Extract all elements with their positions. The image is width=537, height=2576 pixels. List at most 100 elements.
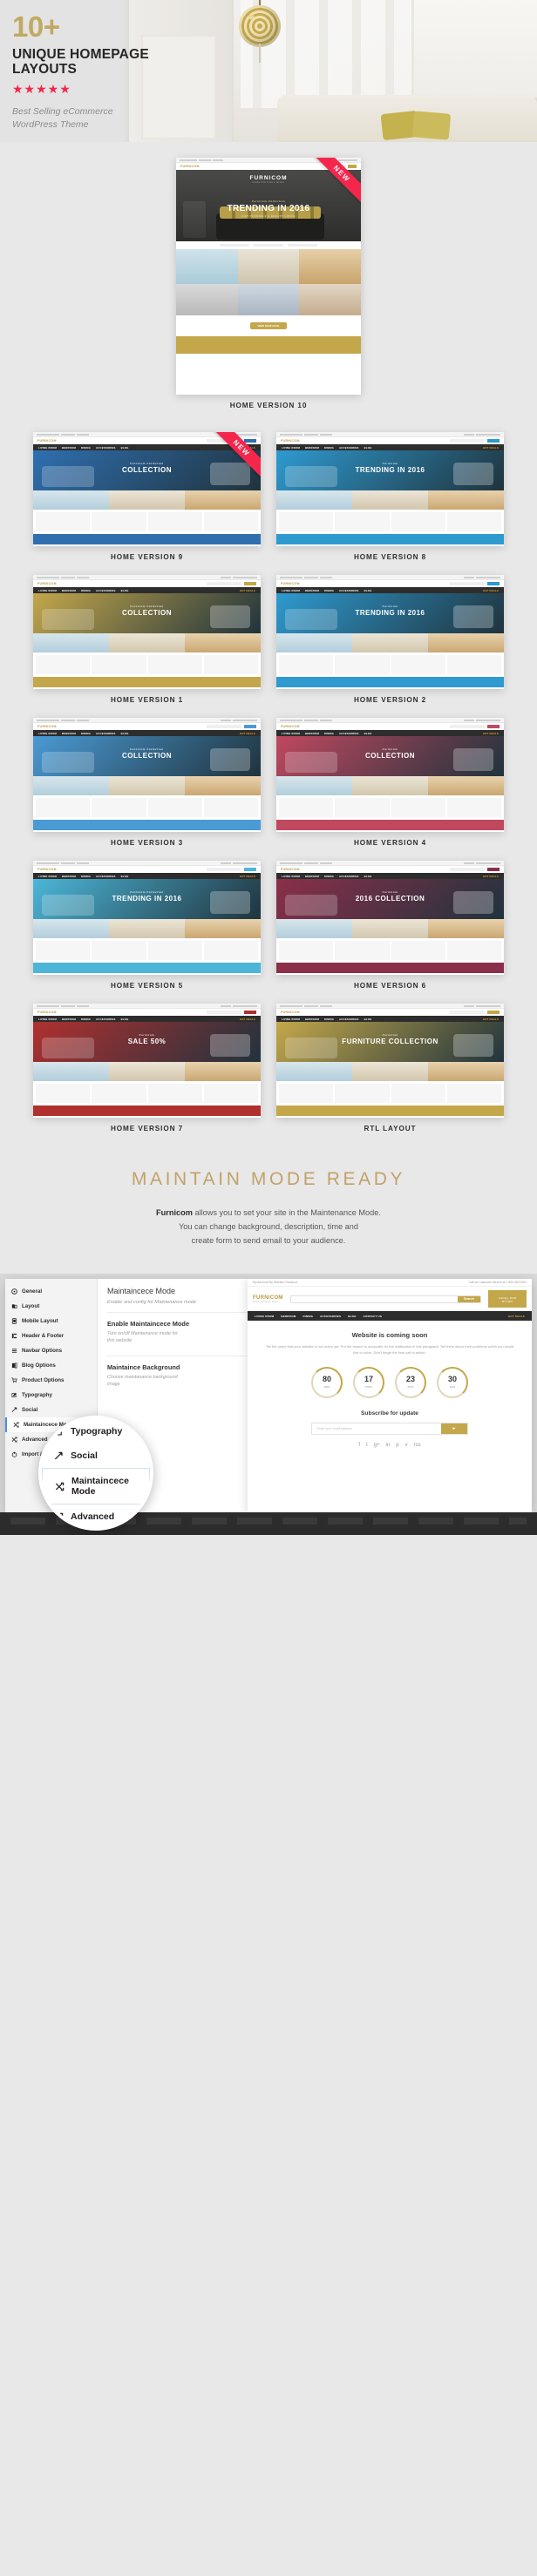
nav-item-dining[interactable]: DINING xyxy=(302,1315,313,1318)
nav-item-hot-deals[interactable]: HOT DEALS xyxy=(508,1315,525,1318)
preview-navbar: LIVING ROOMBEDROOMDININGACCESSORIESBLOGH… xyxy=(33,587,261,593)
slide-kicker: Furnicom xyxy=(382,461,398,465)
layout-screenshot[interactable]: FURNICOM LIVING ROOM BEDROOM DINING ACCESSOR… xyxy=(276,1004,504,1118)
preview-product-row xyxy=(33,1081,261,1105)
preview-hero-slide: Furnicom SALE 50% xyxy=(33,1022,261,1062)
layout-screenshot[interactable]: FURNICOM LIVING ROOM BEDROOM DINING ACCESSOR… xyxy=(33,718,261,832)
nav-item-contact-us[interactable]: CONTACT US xyxy=(364,1315,382,1318)
preview-search[interactable]: Search xyxy=(289,1295,481,1303)
circle-target-icon xyxy=(11,1288,17,1295)
blog-icon xyxy=(11,1362,17,1369)
layout-screenshot[interactable]: FURNICOM LIVING ROOM BEDROOM DINING ACCESSOR… xyxy=(276,432,504,546)
email-input[interactable]: Enter your email address xyxy=(312,1423,441,1434)
preview-footer-band xyxy=(276,534,504,544)
preview-logo-text: FURNICOM xyxy=(253,1295,283,1301)
sidebar-item-typography[interactable]: Typography xyxy=(5,1388,97,1403)
field-help-line2: this website xyxy=(107,1338,133,1344)
preview-cta-button[interactable]: VIEW NOW AVAIL xyxy=(250,322,287,329)
maintain-mode-section: MAINTAIN MODE READY Furnicom allows you … xyxy=(0,1146,537,1259)
slide-title: SALE 50% xyxy=(127,1037,167,1045)
sidebar-item-layout[interactable]: Layout xyxy=(5,1299,97,1314)
nav-item-accessories[interactable]: ACCESSORIES xyxy=(320,1315,341,1318)
social-icon-t[interactable]: t xyxy=(366,1443,368,1448)
sidebar-item-general[interactable]: General xyxy=(5,1284,97,1299)
social-icon-in[interactable]: in xyxy=(386,1443,391,1448)
sidebar-item-mobile-layout[interactable]: Mobile Layout xyxy=(5,1314,97,1329)
layout-screenshot[interactable]: FURNICOM LIVING ROOM BEDROOM DINING ACCESSOR… xyxy=(276,718,504,832)
cart-button[interactable]: 🛒 0 item(s) - $0.00 MY CART xyxy=(488,1290,527,1308)
sidebar-item-label: Layout xyxy=(22,1303,40,1310)
search-input[interactable] xyxy=(291,1296,458,1302)
shuffle-icon xyxy=(11,1437,17,1443)
preview-hero-slide: Furnicom COLLECTION xyxy=(276,736,504,776)
social-icon-p[interactable]: p xyxy=(396,1443,398,1448)
search-button[interactable]: Search xyxy=(458,1295,480,1302)
sidebar-item-header-footer[interactable]: Header & Footer xyxy=(5,1329,97,1343)
layout-grid-cell: FURNICOM LIVING ROOM BEDROOM DINING ACCESSOR… xyxy=(276,432,504,575)
layout-grid-cell: FURNICOM LIVING ROOM BEDROOM DINING ACCESSOR… xyxy=(33,718,261,861)
preview-logo: FURNICOM xyxy=(281,439,300,443)
layout-screenshot[interactable]: FURNICOM LIVING ROOM BEDROOM DINING ACCESSOR… xyxy=(33,575,261,689)
preview-topbar-right: Call our customer service at 1 800 000 0… xyxy=(468,1281,527,1285)
layout-screenshot[interactable]: FURNICOM LIVING ROOM BEDROOM DINING ACCESSOR… xyxy=(33,861,261,975)
share-icon xyxy=(11,1407,17,1413)
preview-logo: FURNICOM xyxy=(37,1011,57,1014)
nav-item-bedroom[interactable]: BEDROOM xyxy=(281,1315,296,1318)
slide-title: COLLECTION xyxy=(365,751,415,760)
countdown-value: 30 xyxy=(447,1375,457,1384)
layout-grid-cell: NEW FURNICOM LIVING ROOM BEDROOM DINING ACCES… xyxy=(33,432,261,575)
preview-body: Website is coming soon Tell the users th… xyxy=(248,1321,532,1458)
social-icon-v[interactable]: v xyxy=(405,1443,408,1448)
preview-hero-slide: Furnicom TRENDING IN 2016 xyxy=(276,450,504,490)
sidebar-item-label: Mobile Layout xyxy=(22,1318,58,1325)
preview-product-row xyxy=(276,652,504,677)
layout-caption: HOME VERSION 2 xyxy=(353,696,427,704)
preview-hero-slide: Furnicom Collection COLLECTION xyxy=(33,736,261,776)
share-icon xyxy=(54,1451,64,1461)
preview-hero-slide: Furnicom 2016 COLLECTION xyxy=(276,879,504,919)
preview-navbar: LIVING ROOMBEDROOMDININGACCESSORIESBLOGH… xyxy=(276,444,504,450)
layout-screenshot[interactable]: FURNICOM LIVING ROOM BEDROOM DINING ACCESSOR… xyxy=(276,575,504,689)
social-icon-rss[interactable]: rss xyxy=(414,1443,421,1448)
magnifier-lens: Typography Social Maintaincece Mode Advance… xyxy=(38,1416,153,1531)
subscribe-form[interactable]: Enter your email address ► xyxy=(311,1422,468,1435)
magnified-sidebar-item-maintaincece-mode[interactable]: Maintaincece Mode xyxy=(42,1468,150,1505)
nav-item-living-room[interactable]: LIVING ROOM xyxy=(255,1315,274,1318)
sidebar-item-product-options[interactable]: Product Options xyxy=(5,1373,97,1388)
coming-soon-preview: My Account My Wishlist Checkout Call our… xyxy=(248,1279,532,1515)
layout-screenshot[interactable]: FURNICOM LIVING ROOM BEDROOM DINING ACCESSOR… xyxy=(33,1004,261,1118)
countdown-label: days xyxy=(323,1385,330,1389)
layout-caption: HOME VERSION 6 xyxy=(353,982,427,990)
preview-hero-slide: Furnicom Collection COLLECTION xyxy=(33,450,261,490)
preview-topbar: My Account My Wishlist Checkout Call our… xyxy=(248,1279,532,1288)
rating-stars: ★★★★★ xyxy=(12,81,71,96)
social-icon-g[interactable]: g+ xyxy=(374,1443,380,1448)
preview-footer-band xyxy=(33,534,261,544)
preview-header: FURNICOM xyxy=(276,1009,504,1016)
hero-text-block: 10+ UNIQUE HOMEPAGE LAYOUTS ★★★★★ Best S… xyxy=(12,12,149,132)
layout-screenshot[interactable]: FURNICOM LIVING ROOM BEDROOM DINING ACCESSOR… xyxy=(276,861,504,975)
preview-hero-slide: Furnicom Collection COLLECTION xyxy=(33,593,261,633)
slide-kicker: Furnicom xyxy=(382,604,398,608)
preview-category-tiles xyxy=(33,633,261,652)
preview-topbar-left: My Account My Wishlist Checkout xyxy=(253,1281,297,1285)
sidebar-item-social[interactable]: Social xyxy=(5,1403,97,1417)
sidebar-item-navbar-options[interactable]: Navbar Options xyxy=(5,1343,97,1358)
maintain-body-rest: allows you to set your site in the Maint… xyxy=(192,1208,381,1217)
preview-product-row xyxy=(33,795,261,820)
nav-item-blog[interactable]: BLOG xyxy=(348,1315,356,1318)
coming-soon-paragraph: Tell the users that your website is not … xyxy=(265,1344,514,1356)
featured-screenshot[interactable]: NEW FURNICOM FURNICOM Home Furniture Sto… xyxy=(176,158,361,395)
header-footer-icon xyxy=(11,1333,17,1339)
maintain-body-line2: You can change background, description, … xyxy=(178,1222,358,1232)
magnified-item-label: Advanced xyxy=(71,1511,115,1523)
sidebar-item-blog-options[interactable]: Blog Options xyxy=(5,1358,97,1373)
social-icon-f[interactable]: f xyxy=(358,1443,360,1448)
countdown-timer: 80 days 17 hours 23 mins 30 secs xyxy=(265,1366,514,1398)
preview-cta-row[interactable]: VIEW NOW AVAIL xyxy=(176,315,361,336)
layout-screenshot[interactable]: NEW FURNICOM LIVING ROOM BEDROOM DINING ACCES… xyxy=(33,432,261,546)
magnified-sidebar-item-social[interactable]: Social xyxy=(42,1444,150,1468)
maintain-title-accent: READY xyxy=(326,1169,406,1189)
send-icon[interactable]: ► xyxy=(441,1423,467,1434)
social-links[interactable]: f t g+ in p v rss xyxy=(265,1443,514,1448)
